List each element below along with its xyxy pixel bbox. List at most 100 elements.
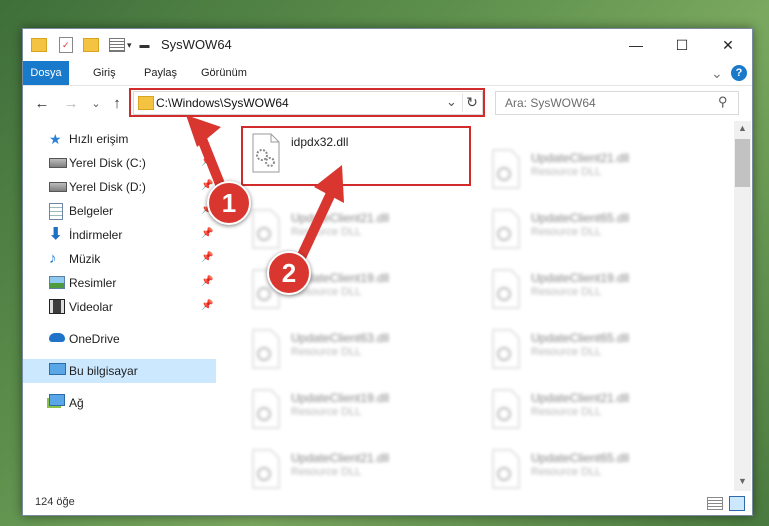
quick-access-toolbar: ✓ ▾ ▬	[31, 36, 150, 54]
file-item[interactable]: UpdateClient19.dll Resource DLL	[481, 263, 711, 319]
item-count: 124 öğe	[35, 496, 75, 508]
recent-locations-button[interactable]: ⌄	[87, 93, 105, 113]
file-name: UpdateClient63.dll	[291, 331, 390, 345]
file-type: Resource DLL	[531, 226, 602, 238]
file-item[interactable]: UpdateClient63.dll Resource DLL	[241, 323, 471, 379]
file-item[interactable]: UpdateClient21.dll Resource DLL	[241, 443, 471, 491]
ribbon-tabs: Dosya Giriş Paylaş Görünüm ⌄ ?	[23, 61, 752, 86]
sidebar-item-label: İndirmeler	[69, 228, 123, 242]
star-icon: ★	[49, 131, 62, 147]
file-name: UpdateClient19.dll	[531, 271, 630, 285]
sidebar-item-label: Ağ	[69, 396, 84, 410]
scrollbar-thumb[interactable]	[735, 139, 750, 187]
dll-file-icon	[489, 329, 521, 369]
vertical-scrollbar[interactable]: ▲ ▼	[734, 121, 751, 491]
scroll-down-icon[interactable]: ▼	[738, 476, 747, 486]
file-item[interactable]: UpdateClient19.dll Resource DLL	[241, 383, 471, 439]
file-name: UpdateClient65.dll	[531, 451, 630, 465]
large-icons-view-icon[interactable]	[729, 496, 745, 511]
search-icon[interactable]: ⚲	[718, 94, 728, 110]
sidebar-item-onedrive[interactable]: OneDrive	[23, 327, 216, 351]
sidebar-item-label: Videolar	[69, 300, 113, 314]
new-folder-icon[interactable]	[83, 38, 99, 52]
dll-file-icon	[249, 209, 281, 249]
close-button[interactable]: ✕	[705, 29, 751, 61]
file-type: Resource DLL	[531, 406, 602, 418]
details-view-icon[interactable]	[707, 497, 723, 510]
tab-file[interactable]: Dosya	[23, 61, 69, 85]
sidebar-item-label: Resimler	[69, 276, 117, 290]
dll-file-icon	[489, 389, 521, 429]
file-name: UpdateClient21.dll	[531, 391, 630, 405]
sidebar-item-network[interactable]: Ağ	[23, 391, 216, 415]
pin-icon[interactable]: 📌	[201, 300, 213, 311]
sidebar-item-music[interactable]: ♪ Müzik 📌	[23, 247, 216, 271]
pin-icon[interactable]: 📌	[201, 228, 213, 239]
tab-share[interactable]: Paylaş	[144, 61, 177, 85]
sidebar-item-label: Belgeler	[69, 204, 114, 218]
forward-button[interactable]: →	[62, 93, 80, 113]
pin-icon[interactable]: 📌	[201, 276, 213, 287]
sidebar-item-downloads[interactable]: ⬇ İndirmeler 📌	[23, 223, 216, 247]
file-explorer-window: ✓ ▾ ▬ SysWOW64 — ☐ ✕ Dosya Giriş Paylaş …	[22, 28, 753, 516]
file-name: UpdateClient19.dll	[291, 391, 390, 405]
file-item[interactable]: UpdateClient21.dll Resource DLL	[481, 143, 711, 199]
dll-file-icon	[249, 329, 281, 369]
tab-home[interactable]: Giriş	[93, 61, 116, 85]
sidebar-item-label: Yerel Disk (C:)	[69, 156, 146, 170]
file-type: Resource DLL	[531, 346, 602, 358]
sidebar-item-label: Yerel Disk (D:)	[69, 180, 146, 194]
sidebar-item-this-pc[interactable]: Bu bilgisayar	[23, 359, 216, 383]
dll-file-icon	[249, 389, 281, 429]
file-name: UpdateClient21.dll	[531, 151, 630, 165]
sidebar-item-videos[interactable]: Videolar 📌	[23, 295, 216, 319]
file-type: Resource DLL	[291, 346, 362, 358]
customize-toolbar-icon[interactable]	[109, 38, 125, 52]
pictures-icon	[49, 276, 65, 289]
back-button[interactable]: ←	[33, 93, 51, 113]
pin-icon[interactable]: 📌	[201, 252, 213, 263]
sidebar-item-label: OneDrive	[69, 332, 120, 346]
dll-file-icon	[489, 209, 521, 249]
videos-icon	[49, 299, 65, 314]
chevron-down-icon[interactable]: ▾	[127, 40, 132, 51]
dll-file-icon	[489, 449, 521, 489]
file-item[interactable]: UpdateClient21.dll Resource DLL	[481, 383, 711, 439]
sidebar-item-pictures[interactable]: Resimler 📌	[23, 271, 216, 295]
file-type: Resource DLL	[531, 286, 602, 298]
file-item[interactable]: UpdateClient65.dll Resource DLL	[481, 443, 711, 491]
file-item[interactable]: UpdateClient65.dll Resource DLL	[481, 323, 711, 379]
sidebar-item-label: Bu bilgisayar	[69, 364, 138, 378]
sidebar-item-label: Hızlı erişim	[69, 132, 129, 146]
cloud-icon	[49, 333, 65, 342]
search-input[interactable]: Ara: SysWOW64	[505, 96, 596, 110]
file-type: Resource DLL	[531, 466, 602, 478]
computer-icon	[49, 363, 66, 375]
file-name: UpdateClient65.dll	[531, 331, 630, 345]
window-title: SysWOW64	[161, 37, 232, 52]
up-button[interactable]: ↑	[108, 93, 126, 113]
dll-file-icon	[489, 149, 521, 189]
tab-view[interactable]: Görünüm	[201, 61, 247, 85]
help-icon[interactable]: ?	[731, 65, 747, 81]
ribbon-expand-icon[interactable]: ⌄	[711, 61, 723, 85]
title-bar: ✓ ▾ ▬ SysWOW64 — ☐ ✕	[23, 29, 752, 61]
file-item[interactable]: UpdateClient65.dll Resource DLL	[481, 203, 711, 259]
properties-icon[interactable]: ✓	[59, 37, 73, 53]
sidebar-item-label: Müzik	[69, 252, 101, 266]
status-bar: 124 öğe	[23, 491, 752, 515]
minimize-button[interactable]: —	[613, 29, 659, 61]
scroll-up-icon[interactable]: ▲	[738, 123, 747, 133]
file-type: Resource DLL	[291, 406, 362, 418]
dll-file-icon	[489, 269, 521, 309]
network-icon	[49, 394, 65, 406]
drive-icon	[49, 158, 67, 168]
search-box[interactable]: Ara: SysWOW64 ⚲	[495, 91, 739, 115]
dll-file-icon	[249, 449, 281, 489]
documents-icon	[49, 203, 63, 220]
separator-icon: ▬	[139, 39, 150, 51]
maximize-button[interactable]: ☐	[659, 29, 705, 61]
download-icon: ⬇	[49, 226, 63, 243]
folder-icon[interactable]	[31, 38, 47, 52]
music-icon: ♪	[49, 250, 57, 267]
